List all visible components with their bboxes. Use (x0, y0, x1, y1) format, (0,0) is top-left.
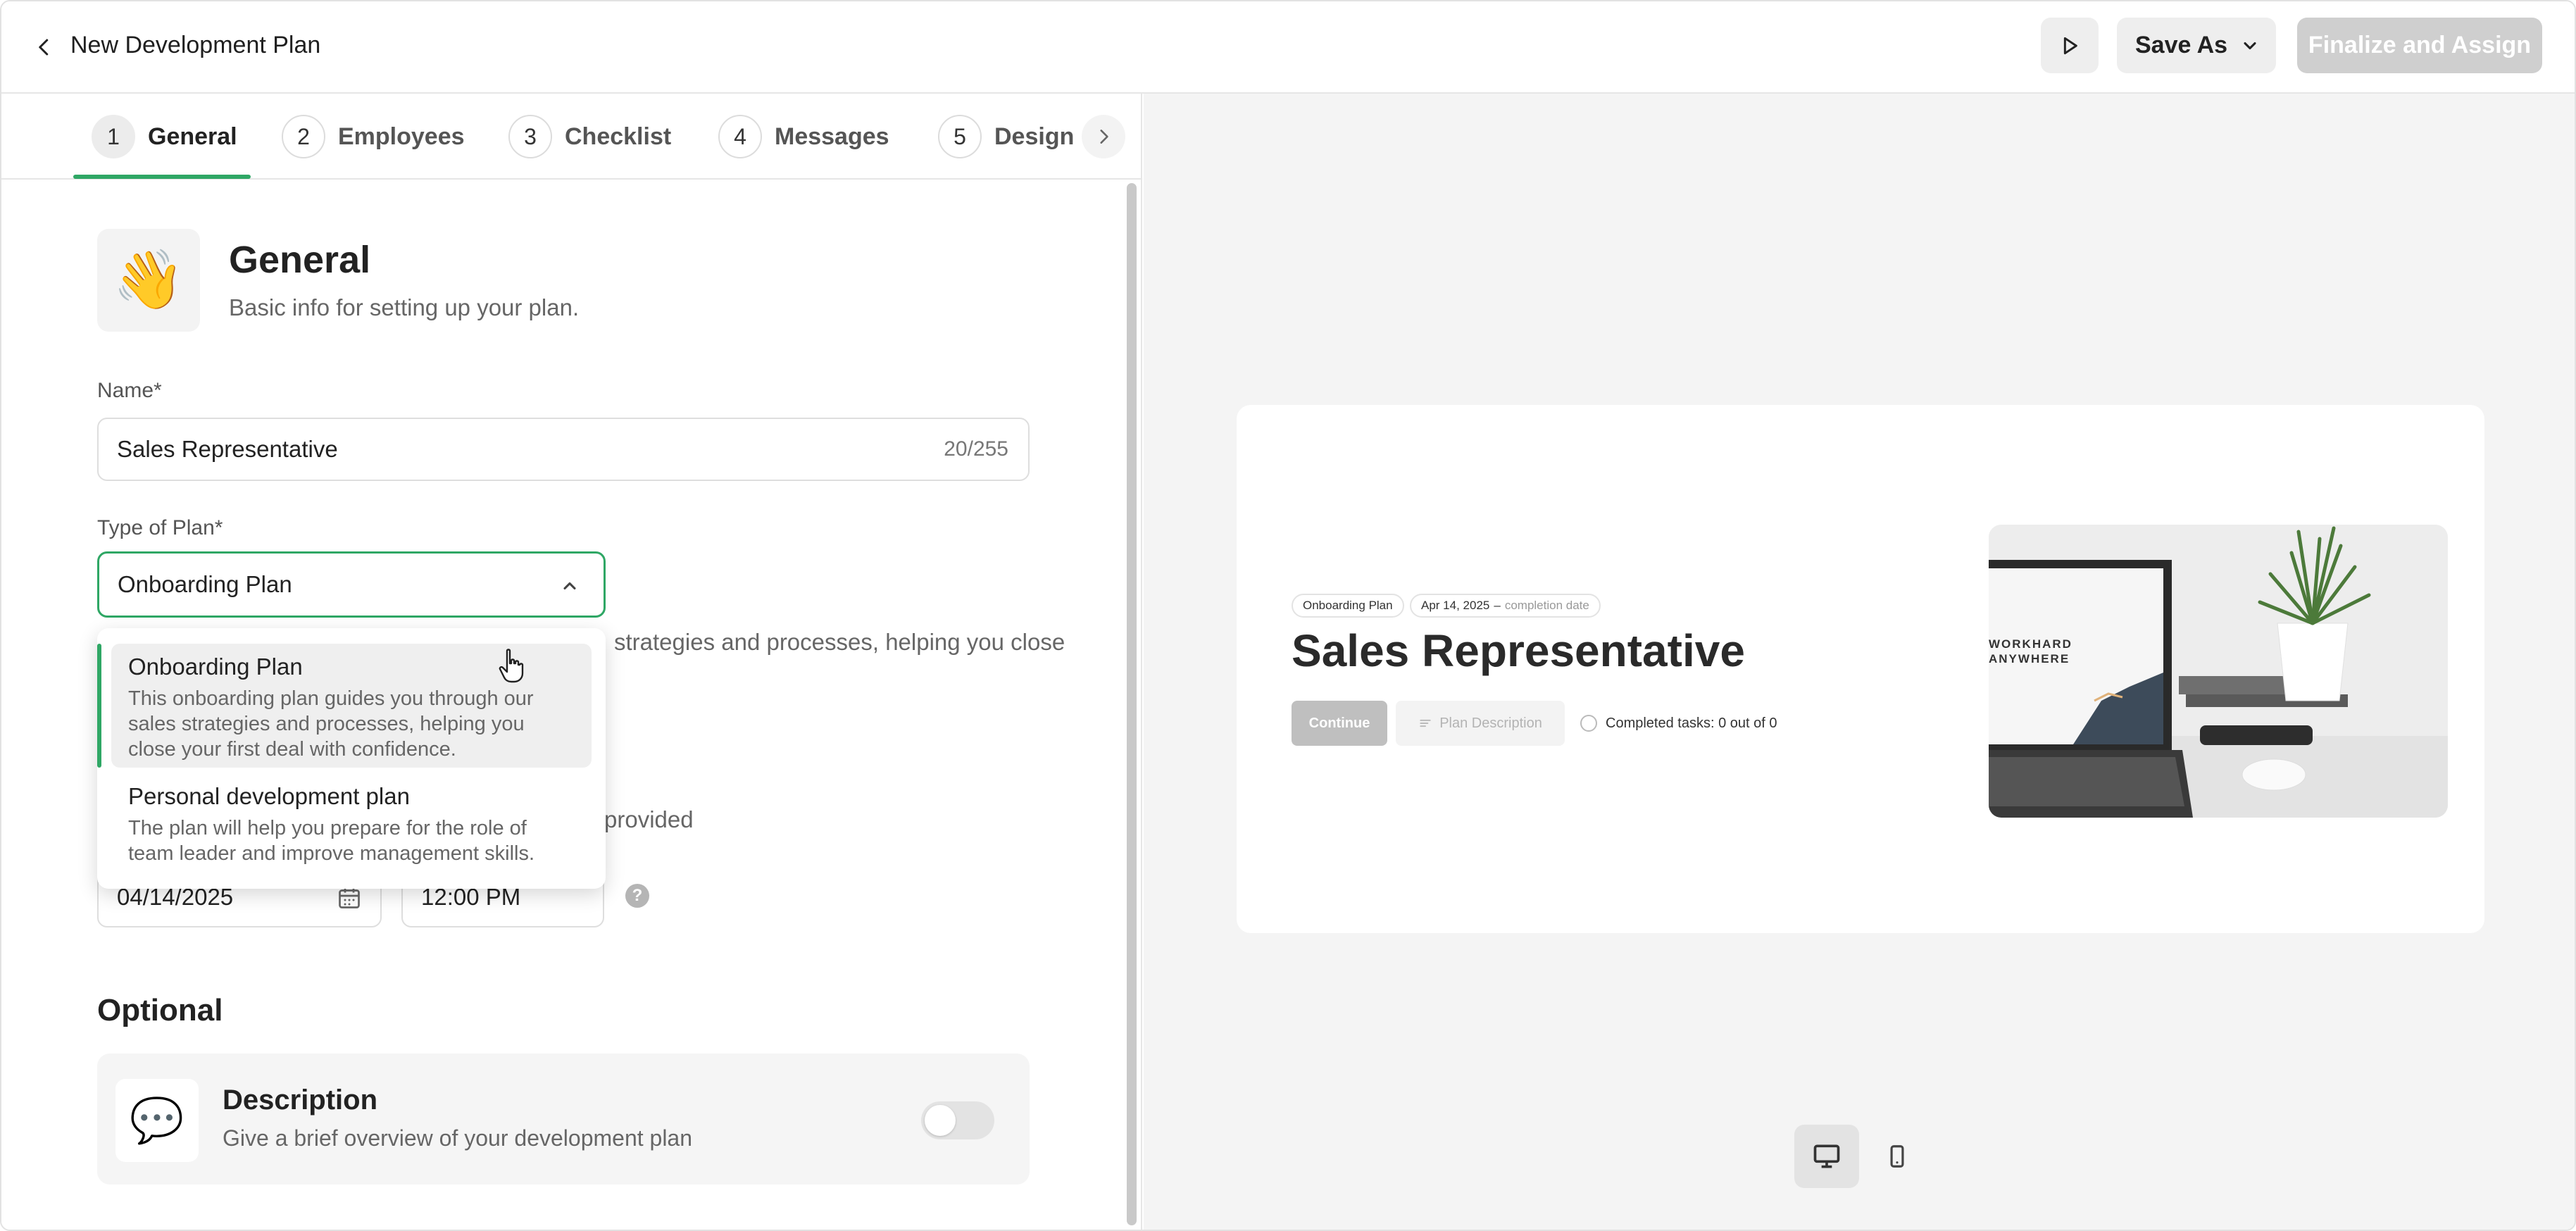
chevron-right-icon (1100, 130, 1108, 144)
type-of-plan-select[interactable]: Onboarding Plan (97, 551, 606, 618)
optional-section-title: Optional (97, 993, 223, 1027)
app-window: New Development Plan Save As Finalize an… (0, 0, 2576, 1231)
chip-date-suffix: completion date (1504, 599, 1589, 612)
option-description: The plan will help you prepare for the r… (128, 817, 535, 865)
help-icon[interactable]: ? (625, 884, 649, 908)
monitor-icon (1813, 1144, 1840, 1168)
date-hint: provided (604, 806, 694, 832)
toggle-knob (925, 1105, 956, 1136)
save-as-button[interactable]: Save As (2117, 18, 2276, 73)
tab-design[interactable]: 5 Design (938, 115, 1074, 158)
mobile-icon (1890, 1145, 1904, 1168)
preview-cover-image: WORKHARD ANYWHERE (1989, 525, 2448, 818)
tab-label: Design (994, 123, 1075, 150)
type-of-plan-label: Type of Plan* (97, 516, 223, 539)
preview-plan-description-button[interactable]: Plan Description (1396, 701, 1565, 746)
description-card: 💬 Description Give a brief overview of y… (97, 1054, 1030, 1185)
speech-bubble-icon: 💬 (115, 1079, 199, 1162)
lines-icon (1420, 719, 1431, 727)
tab-number: 2 (282, 115, 325, 158)
tabs-next-button[interactable] (1082, 115, 1125, 158)
tab-label: Checklist (565, 123, 672, 150)
chevron-up-icon (557, 573, 582, 599)
finalize-and-assign-button[interactable]: Finalize and Assign (2297, 18, 2542, 73)
laptop-plant-illustration: WORKHARD ANYWHERE (1989, 525, 2448, 818)
chevron-down-icon (2244, 42, 2256, 49)
tab-number: 1 (92, 115, 135, 158)
description-title: Description (223, 1085, 378, 1116)
tab-label: Employees (338, 123, 465, 150)
tab-checklist[interactable]: 3 Checklist (508, 115, 671, 158)
tab-employees[interactable]: 2 Employees (282, 115, 465, 158)
calendar-icon (339, 888, 360, 908)
hand-pointer-icon (499, 649, 524, 683)
preview-date-chip: Apr 14, 2025 – completion date (1410, 594, 1601, 618)
image-text-line2: ANYWHERE (1989, 652, 2070, 666)
play-icon (2063, 37, 2077, 54)
preview-title: Sales Representative (1292, 625, 1745, 676)
plan-description-label: Plan Description (1439, 715, 1542, 731)
tab-number: 5 (938, 115, 982, 158)
tab-label: Messages (775, 123, 889, 150)
option-description: This onboarding plan guides you through … (128, 687, 534, 761)
preview-panel: Onboarding Plan Apr 14, 2025 – completio… (1144, 94, 2575, 1230)
mobile-preview-toggle[interactable] (1865, 1125, 1930, 1188)
preview-completed-tasks: Completed tasks: 0 out of 0 (1580, 715, 1777, 732)
image-text-line1: WORKHARD (1989, 637, 2072, 651)
chip-date: Apr 14, 2025 (1421, 599, 1490, 612)
name-value: Sales Representative (117, 436, 338, 462)
section-title: General (229, 239, 371, 281)
tab-number: 3 (508, 115, 552, 158)
name-input[interactable]: Sales Representative 20/255 (97, 418, 1030, 481)
tab-general[interactable]: 1 General (92, 115, 237, 158)
chip-label: Onboarding Plan (1303, 599, 1393, 612)
preview-plan-type-chip: Onboarding Plan (1292, 594, 1404, 618)
name-label: Name* (97, 379, 162, 402)
preview-play-button[interactable] (2041, 18, 2099, 73)
completed-tasks-text: Completed tasks: 0 out of 0 (1606, 715, 1777, 731)
scrollbar[interactable] (1127, 183, 1137, 1225)
chip-date-dash: – (1494, 599, 1501, 612)
tab-number: 4 (718, 115, 762, 158)
chevron-left-icon (39, 39, 49, 56)
description-subtitle: Give a brief overview of your developmen… (223, 1125, 693, 1151)
progress-circle-icon (1580, 715, 1597, 732)
save-as-label: Save As (2135, 32, 2228, 58)
page-title: New Development Plan (70, 32, 321, 58)
type-of-plan-value: Onboarding Plan (118, 571, 292, 597)
active-tab-indicator (73, 175, 251, 179)
section-subtitle: Basic info for setting up your plan. (229, 294, 580, 320)
desktop-preview-toggle[interactable] (1794, 1125, 1859, 1188)
preview-card: Onboarding Plan Apr 14, 2025 – completio… (1237, 405, 2484, 933)
tab-messages[interactable]: 4 Messages (718, 115, 889, 158)
preview-continue-button[interactable]: Continue (1292, 701, 1387, 746)
plan-type-dropdown: Onboarding Plan This onboarding plan gui… (97, 628, 606, 889)
top-bar: New Development Plan Save As Finalize an… (1, 1, 2575, 94)
plan-editor-panel: 1 General 2 Employees 3 Checklist 4 Mess… (1, 94, 1142, 1230)
name-char-counter: 20/255 (944, 437, 1008, 461)
step-tabs: 1 General 2 Employees 3 Checklist 4 Mess… (1, 94, 1142, 180)
plan-type-hint: strategies and processes, helping you cl… (614, 629, 1065, 655)
selected-option-accent (97, 644, 101, 768)
tab-label: General (148, 123, 237, 150)
option-title: Personal development plan (128, 783, 410, 809)
dropdown-option-personal-development-plan[interactable]: Personal development plan The plan will … (111, 773, 592, 879)
waving-hand-icon: 👋 (97, 229, 200, 332)
description-toggle[interactable] (921, 1101, 994, 1139)
back-button[interactable] (23, 25, 66, 69)
